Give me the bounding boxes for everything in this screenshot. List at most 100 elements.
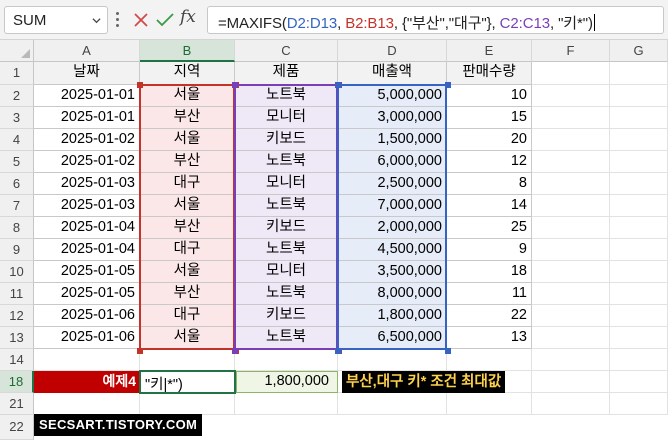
grid-cell[interactable] — [532, 305, 610, 327]
table-cell[interactable]: 서울 — [140, 195, 235, 217]
table-cell[interactable]: 대구 — [140, 173, 235, 195]
table-cell[interactable]: 2025-01-02 — [34, 129, 140, 151]
grid-cell[interactable] — [610, 62, 668, 85]
grid-cell[interactable] — [610, 85, 668, 107]
row-header-1[interactable]: 1 — [0, 62, 34, 85]
table-cell[interactable]: 노트북 — [235, 283, 338, 305]
row-header-12[interactable]: 12 — [0, 305, 34, 327]
select-all-corner[interactable] — [0, 40, 34, 62]
grid-cell[interactable] — [610, 107, 668, 129]
table-cell[interactable]: 9 — [447, 239, 532, 261]
table-cell[interactable]: 모니터 — [235, 261, 338, 283]
table-cell[interactable]: 18 — [447, 261, 532, 283]
grid-cell[interactable] — [532, 371, 610, 393]
table-cell[interactable]: 2025-01-03 — [34, 173, 140, 195]
grid-cell[interactable] — [610, 195, 668, 217]
grid-cell[interactable] — [610, 371, 668, 393]
table-cell[interactable]: 노트북 — [235, 151, 338, 173]
column-header-e[interactable]: E — [447, 40, 532, 62]
table-cell[interactable]: 1,800,000 — [338, 305, 447, 327]
table-cell[interactable]: 키보드 — [235, 305, 338, 327]
row-header-4[interactable]: 4 — [0, 129, 34, 151]
grid-cell[interactable] — [447, 393, 532, 415]
table-cell[interactable]: 2025-01-04 — [34, 217, 140, 239]
row-header-8[interactable]: 8 — [0, 217, 34, 239]
table-cell[interactable]: 키보드 — [235, 217, 338, 239]
column-header-g[interactable]: G — [610, 40, 668, 62]
table-cell[interactable]: 키보드 — [235, 129, 338, 151]
table-header-cell[interactable]: 판매수량 — [447, 62, 532, 85]
table-cell[interactable]: 3,500,000 — [338, 261, 447, 283]
table-cell[interactable]: 노트북 — [235, 85, 338, 107]
table-cell[interactable]: 대구 — [140, 239, 235, 261]
grid-cell[interactable] — [532, 129, 610, 151]
grid-cell[interactable] — [532, 239, 610, 261]
row-header-22[interactable]: 22 — [0, 415, 34, 440]
table-cell[interactable]: 2025-01-01 — [34, 107, 140, 129]
insert-function-button[interactable]: fx — [180, 7, 196, 27]
table-cell[interactable]: 2025-01-04 — [34, 239, 140, 261]
grid-cell[interactable] — [447, 349, 532, 371]
table-cell[interactable]: 4,500,000 — [338, 239, 447, 261]
grid-cell[interactable] — [532, 195, 610, 217]
table-cell[interactable]: 10 — [447, 85, 532, 107]
row-header-7[interactable]: 7 — [0, 195, 34, 217]
chevron-down-icon[interactable] — [92, 16, 101, 25]
table-cell[interactable]: 노트북 — [235, 239, 338, 261]
grid-cell[interactable] — [140, 349, 235, 371]
cancel-button[interactable] — [131, 6, 153, 34]
row-header-13[interactable]: 13 — [0, 327, 34, 349]
grid-cell[interactable] — [235, 349, 338, 371]
table-cell[interactable]: 12 — [447, 151, 532, 173]
table-cell[interactable]: 2025-01-01 — [34, 85, 140, 107]
table-cell[interactable]: 부산 — [140, 151, 235, 173]
grid-cell[interactable] — [532, 107, 610, 129]
table-cell[interactable]: 5,000,000 — [338, 85, 447, 107]
table-cell[interactable]: 부산 — [140, 283, 235, 305]
grid-cell[interactable] — [610, 327, 668, 349]
grid-cell[interactable] — [532, 349, 610, 371]
table-cell[interactable]: 7,000,000 — [338, 195, 447, 217]
table-cell[interactable]: 2025-01-06 — [34, 327, 140, 349]
grid-cell[interactable] — [532, 151, 610, 173]
table-cell[interactable]: 22 — [447, 305, 532, 327]
table-header-cell[interactable]: 지역 — [140, 62, 235, 85]
row-header-6[interactable]: 6 — [0, 173, 34, 195]
table-header-cell[interactable]: 제품 — [235, 62, 338, 85]
table-cell[interactable]: 1,500,000 — [338, 129, 447, 151]
row-header-18[interactable]: 18 — [0, 371, 34, 393]
row-header-9[interactable]: 9 — [0, 239, 34, 261]
table-cell[interactable]: 25 — [447, 217, 532, 239]
grid-cell[interactable] — [532, 327, 610, 349]
grid-cell[interactable] — [338, 349, 447, 371]
grid-cell[interactable] — [610, 305, 668, 327]
column-header-d[interactable]: D — [338, 40, 447, 62]
table-cell[interactable]: 노트북 — [235, 327, 338, 349]
table-header-cell[interactable]: 날짜 — [34, 62, 140, 85]
table-cell[interactable]: 노트북 — [235, 195, 338, 217]
table-cell[interactable]: 부산 — [140, 107, 235, 129]
table-cell[interactable]: 2025-01-02 — [34, 151, 140, 173]
active-cell-editing[interactable]: "키|*") — [139, 370, 236, 394]
column-header-b[interactable]: B — [140, 40, 235, 62]
column-header-f[interactable]: F — [532, 40, 610, 62]
column-header-c[interactable]: C — [235, 40, 338, 62]
row-header-21[interactable]: 21 — [0, 393, 34, 415]
table-cell[interactable]: 6,500,000 — [338, 327, 447, 349]
row-header-5[interactable]: 5 — [0, 151, 34, 173]
table-cell[interactable]: 2025-01-05 — [34, 261, 140, 283]
grid-cell[interactable] — [532, 85, 610, 107]
table-cell[interactable]: 15 — [447, 107, 532, 129]
table-cell[interactable]: 서울 — [140, 261, 235, 283]
row-header-10[interactable]: 10 — [0, 261, 34, 283]
grid-cell[interactable] — [610, 217, 668, 239]
row-header-3[interactable]: 3 — [0, 107, 34, 129]
grid-cell[interactable] — [610, 261, 668, 283]
table-cell[interactable]: 서울 — [140, 327, 235, 349]
table-cell[interactable]: 부산 — [140, 217, 235, 239]
grid-cell[interactable] — [140, 393, 235, 415]
table-header-cell[interactable]: 매출액 — [338, 62, 447, 85]
grid-cell[interactable] — [34, 349, 140, 371]
formula-input[interactable]: =MAXIFS(D2:D13, B2:B13, {"부산","대구"}, C2:… — [207, 6, 664, 34]
grid-cell[interactable] — [338, 393, 447, 415]
